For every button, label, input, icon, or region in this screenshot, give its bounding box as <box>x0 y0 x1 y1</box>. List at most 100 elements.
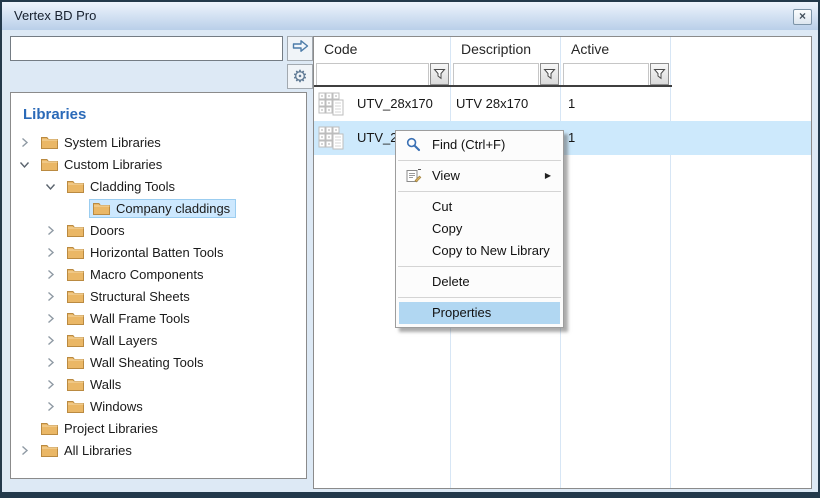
search-go-button[interactable] <box>287 36 313 61</box>
chevron-expanded-icon[interactable] <box>45 181 63 192</box>
tree-item[interactable]: System Libraries <box>11 131 306 153</box>
folder-icon <box>67 268 84 281</box>
filter-funnel-button[interactable] <box>430 63 449 85</box>
tree-item[interactable]: Wall Layers <box>11 329 306 351</box>
funnel-icon <box>433 68 446 80</box>
folder-icon <box>93 202 110 215</box>
menu-item-copy-to-new-library[interactable]: Copy to New Library <box>399 240 560 262</box>
chevron-collapsed-icon[interactable] <box>19 445 37 456</box>
chevron-collapsed-icon[interactable] <box>45 269 63 280</box>
column-header-active[interactable]: Active <box>571 41 609 57</box>
submenu-arrow-icon: ▶ <box>545 165 551 187</box>
tree-item[interactable]: Doors <box>11 219 306 241</box>
chevron-collapsed-icon[interactable] <box>45 379 63 390</box>
tree-node[interactable]: Structural Sheets <box>63 287 196 306</box>
folder-icon <box>41 444 58 457</box>
library-item-icon <box>318 125 345 154</box>
cell-code: UTV_28x170 <box>357 87 433 121</box>
table-row[interactable]: UTV_28x170 UTV 28x170 1 <box>314 87 811 121</box>
menu-item-properties[interactable]: Properties <box>399 302 560 324</box>
chevron-collapsed-icon[interactable] <box>19 137 37 148</box>
column-header-code[interactable]: Code <box>324 41 357 57</box>
context-menu: Find (Ctrl+F) View ▶ Cut Copy Copy to New Lib… <box>395 130 564 328</box>
tree-node[interactable]: Company claddings <box>89 199 236 218</box>
tree-item[interactable]: Macro Components <box>11 263 306 285</box>
tree-item-label: Company claddings <box>116 201 230 216</box>
folder-icon <box>67 246 84 259</box>
chevron-collapsed-icon[interactable] <box>45 247 63 258</box>
chevron-collapsed-icon[interactable] <box>45 401 63 412</box>
menu-item-delete[interactable]: Delete <box>399 271 560 293</box>
tree-item[interactable]: Walls <box>11 373 306 395</box>
window-title: Vertex BD Pro <box>14 8 96 23</box>
tree-item[interactable]: Wall Frame Tools <box>11 307 306 329</box>
titlebar: Vertex BD Pro × <box>2 2 818 30</box>
folder-icon <box>67 356 84 369</box>
funnel-icon <box>543 68 556 80</box>
tree-item[interactable]: Company claddings <box>11 197 306 219</box>
tree-node[interactable]: Macro Components <box>63 265 209 284</box>
search-input[interactable] <box>10 36 283 61</box>
folder-icon <box>67 180 84 193</box>
column-header-description[interactable]: Description <box>461 41 531 57</box>
tree-node[interactable]: Windows <box>63 397 149 416</box>
tree-node[interactable]: All Libraries <box>37 441 138 460</box>
chevron-collapsed-icon[interactable] <box>45 225 63 236</box>
settings-button[interactable]: ⚙ <box>287 64 313 89</box>
tree-node[interactable]: Wall Layers <box>63 331 163 350</box>
menu-item-copy[interactable]: Copy <box>399 218 560 240</box>
filter-input-description[interactable] <box>453 63 539 85</box>
close-icon: × <box>799 9 806 23</box>
tree-node[interactable]: Cladding Tools <box>63 177 181 196</box>
tree-node[interactable]: System Libraries <box>37 133 167 152</box>
tree-item[interactable]: Project Libraries <box>11 417 306 439</box>
filter-input-code[interactable] <box>316 63 429 85</box>
chevron-collapsed-icon[interactable] <box>45 291 63 302</box>
menu-item-find-ctrl-f[interactable]: Find (Ctrl+F) <box>399 134 560 156</box>
tree-item[interactable]: Cladding Tools <box>11 175 306 197</box>
filter-funnel-button[interactable] <box>650 63 669 85</box>
cell-description: UTV 28x170 <box>456 87 528 121</box>
tree-item[interactable]: Wall Sheating Tools <box>11 351 306 373</box>
cell-active: 1 <box>568 87 575 121</box>
close-button[interactable]: × <box>793 9 812 25</box>
tree-item[interactable]: Windows <box>11 395 306 417</box>
filter-funnel-button[interactable] <box>540 63 559 85</box>
tree-node[interactable]: Custom Libraries <box>37 155 168 174</box>
folder-icon <box>67 290 84 303</box>
menu-item-label: Delete <box>432 274 470 289</box>
chevron-collapsed-icon[interactable] <box>45 335 63 346</box>
libraries-header: Libraries <box>23 106 306 123</box>
tree-item[interactable]: All Libraries <box>11 439 306 461</box>
magnifier-icon <box>406 137 421 159</box>
tree-node[interactable]: Horizontal Batten Tools <box>63 243 229 262</box>
menu-item-label: Find (Ctrl+F) <box>432 137 505 152</box>
tree-item[interactable]: Custom Libraries <box>11 153 306 175</box>
folder-icon <box>67 378 84 391</box>
tree-item[interactable]: Horizontal Batten Tools <box>11 241 306 263</box>
tree-node[interactable]: Wall Sheating Tools <box>63 353 209 372</box>
tree-item-label: Macro Components <box>90 267 203 282</box>
menu-separator <box>398 297 561 298</box>
tree-item[interactable]: Structural Sheets <box>11 285 306 307</box>
menu-separator <box>398 160 561 161</box>
tree-node[interactable]: Walls <box>63 375 127 394</box>
chevron-collapsed-icon[interactable] <box>45 357 63 368</box>
tree-item-label: Wall Layers <box>90 333 157 348</box>
chevron-collapsed-icon[interactable] <box>45 313 63 324</box>
filter-input-active[interactable] <box>563 63 649 85</box>
tree-item-label: Doors <box>90 223 125 238</box>
folder-icon <box>41 422 58 435</box>
chevron-expanded-icon[interactable] <box>19 159 37 170</box>
menu-item-cut[interactable]: Cut <box>399 196 560 218</box>
tree-node[interactable]: Wall Frame Tools <box>63 309 196 328</box>
tree-item-label: Structural Sheets <box>90 289 190 304</box>
menu-item-label: View <box>432 168 460 183</box>
tree-item-label: Cladding Tools <box>90 179 175 194</box>
tree-node[interactable]: Doors <box>63 221 131 240</box>
folder-icon <box>67 334 84 347</box>
menu-item-label: Copy <box>432 221 462 236</box>
tree-node[interactable]: Project Libraries <box>37 419 164 438</box>
tree-item-label: Project Libraries <box>64 421 158 436</box>
menu-item-view[interactable]: View ▶ <box>399 165 560 187</box>
